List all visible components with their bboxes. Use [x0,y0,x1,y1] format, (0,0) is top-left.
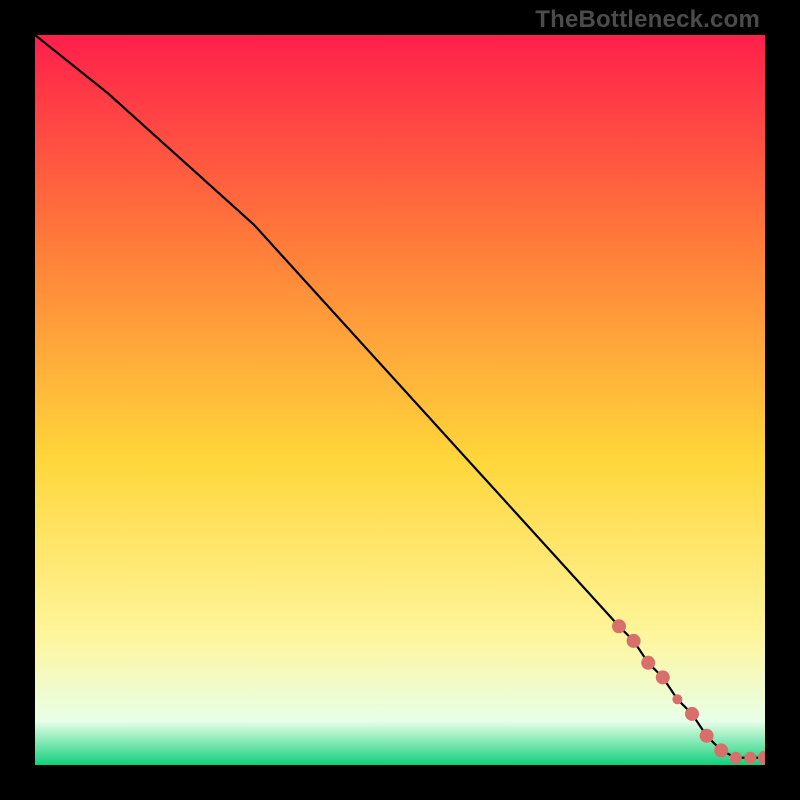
plot-area [35,35,765,765]
marker-point [627,634,641,648]
marker-point [685,707,699,721]
marker-point [744,752,756,764]
marker-point [700,729,714,743]
watermark-label: TheBottleneck.com [535,6,760,34]
marker-point [641,656,655,670]
marker-point [612,619,626,633]
marker-point [730,752,742,764]
chart-canvas [35,35,765,765]
marker-point [656,670,670,684]
marker-point [672,694,682,704]
gradient-background [35,35,765,765]
chart-frame: TheBottleneck.com [0,0,800,800]
marker-point [714,743,728,757]
